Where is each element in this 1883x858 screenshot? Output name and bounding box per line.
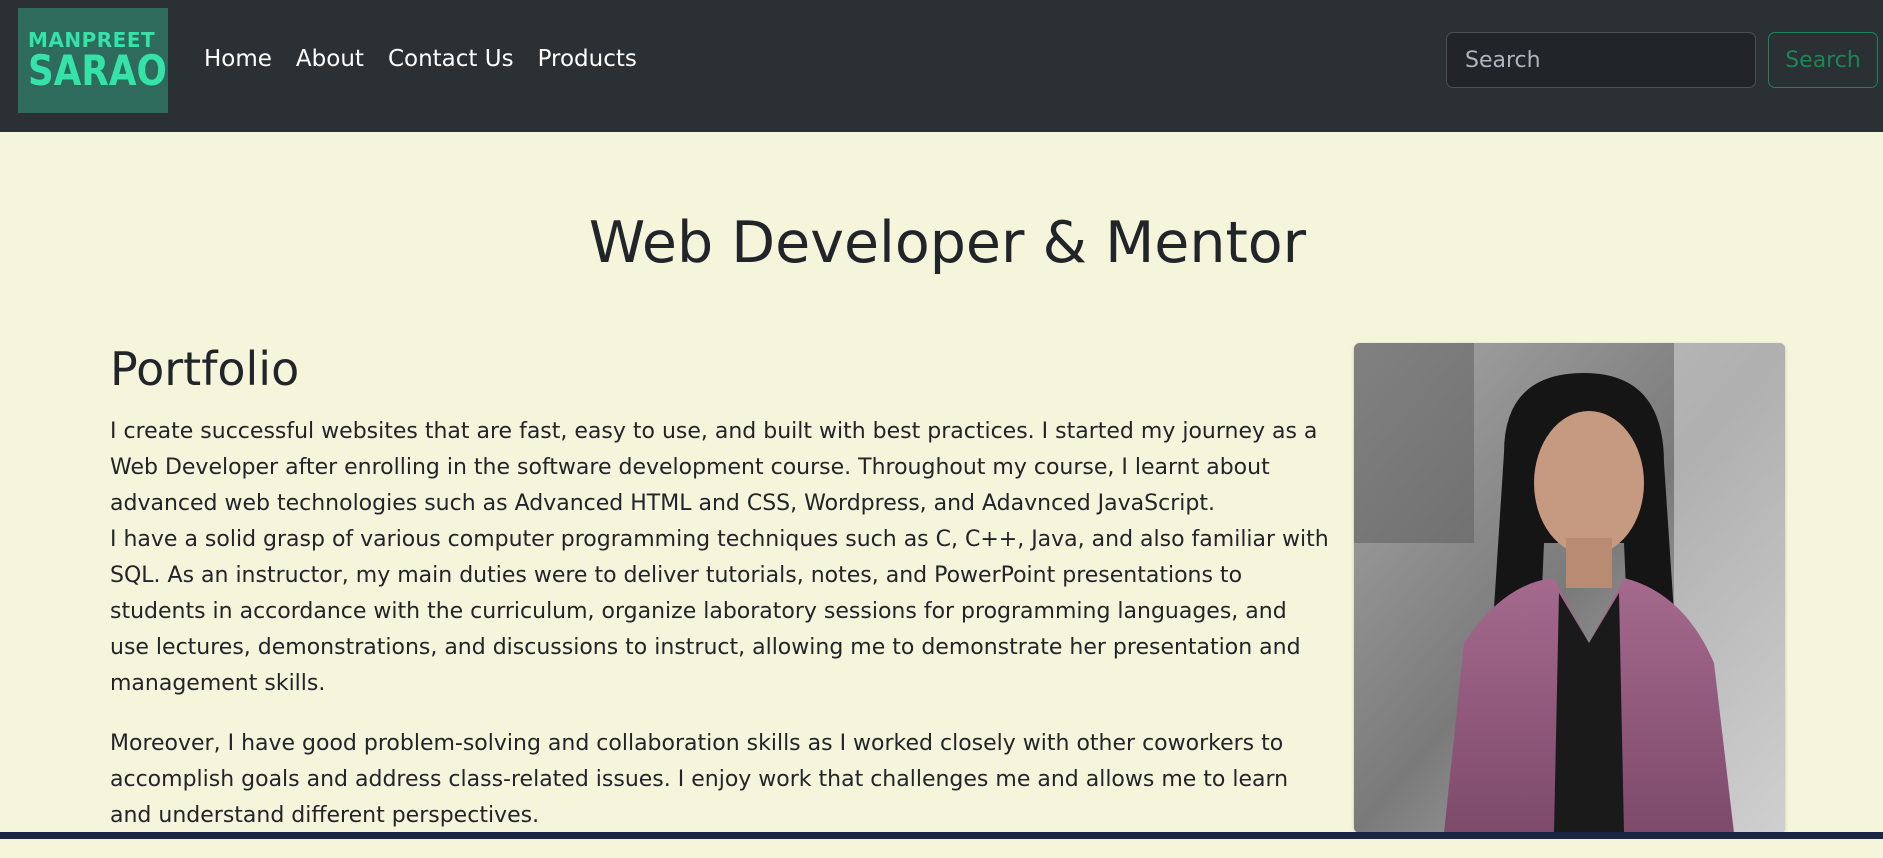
search-input[interactable]	[1446, 32, 1756, 88]
nav-links: Home About Contact Us Products	[204, 46, 661, 72]
nav-link-contact-us[interactable]: Contact Us	[388, 46, 514, 72]
profile-photo-image	[1354, 343, 1785, 833]
portfolio-paragraph-1-intro: I create successful websites that are fa…	[110, 419, 1318, 516]
portfolio-paragraph-2: Moreover, I have good problem-solving an…	[110, 731, 1289, 828]
portfolio-text: I create successful websites that are fa…	[110, 414, 1330, 858]
portfolio-paragraph-1-skills: I have a solid grasp of various computer…	[110, 527, 1329, 696]
top-navbar: MANPREET SARAO Home About Contact Us Pro…	[0, 0, 1883, 132]
nav-link-products[interactable]: Products	[538, 46, 637, 72]
brand-logo[interactable]: MANPREET SARAO	[18, 8, 168, 113]
logo-name-last: SARAO	[28, 45, 167, 95]
logo-text: MANPREET SARAO	[28, 30, 191, 92]
footer-edge	[0, 832, 1883, 839]
portfolio-heading: Portfolio	[110, 342, 300, 396]
profile-photo	[1354, 343, 1785, 833]
nav-link-about[interactable]: About	[296, 46, 364, 72]
nav-link-home[interactable]: Home	[204, 46, 272, 72]
page-title: Web Developer & Mentor	[588, 210, 1307, 276]
search-button[interactable]: Search	[1768, 32, 1878, 88]
portfolio-paragraph-1: I create successful websites that are fa…	[110, 414, 1330, 702]
